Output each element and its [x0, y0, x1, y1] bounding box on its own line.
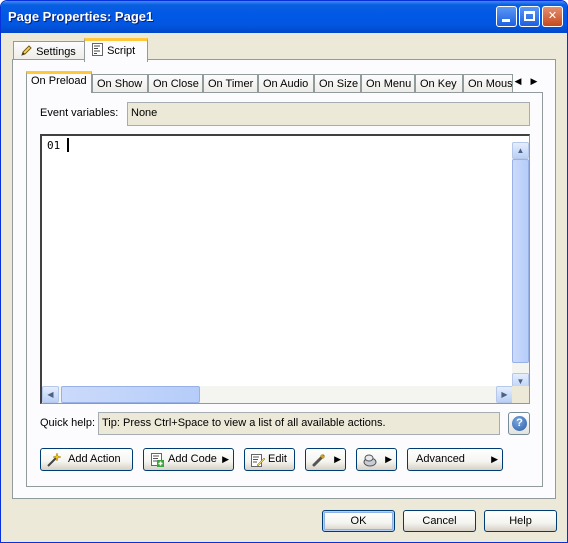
dropdown-arrow-icon: ▶ — [222, 454, 229, 464]
add-code-button[interactable]: Add Code ▶ — [143, 448, 234, 471]
scroll-left-button[interactable]: ◀ — [42, 386, 59, 403]
script-tools-dropdown-button[interactable]: ▶ — [305, 448, 346, 471]
chevron-up-icon: ▲ — [516, 146, 525, 155]
tab-on-show[interactable]: On Show — [92, 74, 148, 93]
question-icon: ? — [512, 416, 527, 431]
tab-label: On Menu — [366, 78, 412, 90]
code-tools-dropdown-button[interactable]: ▶ — [356, 448, 397, 471]
tab-on-size[interactable]: On Size — [314, 74, 361, 93]
text-caret — [67, 138, 69, 152]
chevron-right-icon: ▶ — [501, 390, 508, 399]
chevron-right-icon: ▶ — [530, 76, 538, 86]
add-action-label: Add Action — [68, 453, 121, 465]
minimize-button[interactable] — [496, 6, 517, 27]
tab-scroll-left-button[interactable]: ◀ — [510, 73, 526, 89]
scrollbar-corner — [512, 386, 529, 403]
dropdown-arrow-icon: ▶ — [334, 454, 341, 464]
quick-help-text: Tip: Press Ctrl+Space to view a list of … — [102, 417, 386, 429]
vertical-scroll-thumb[interactable] — [512, 159, 529, 363]
tab-label: On Mous — [468, 78, 513, 90]
add-action-button[interactable]: Add Action — [40, 448, 133, 471]
add-code-icon — [149, 452, 165, 468]
tab-script[interactable]: Script — [84, 38, 148, 62]
tab-on-close[interactable]: On Close — [148, 74, 203, 93]
help-label: Help — [509, 515, 532, 527]
event-variables-field: None — [127, 102, 530, 126]
event-variables-label: Event variables: — [40, 107, 119, 119]
script-icon — [91, 43, 107, 57]
dropdown-arrow-icon: ▶ — [385, 454, 392, 464]
tab-on-timer[interactable]: On Timer — [203, 74, 258, 93]
close-icon: ✕ — [547, 10, 558, 22]
vertical-scrollbar[interactable]: ▲ ▼ — [512, 142, 529, 390]
script-editor[interactable]: 01 ▲ ▼ ◀ ▶ — [40, 134, 530, 404]
magic-wand-icon — [46, 452, 62, 468]
scroll-right-button[interactable]: ▶ — [496, 386, 513, 403]
tab-on-menu[interactable]: On Menu — [361, 74, 415, 93]
tab-on-audio[interactable]: On Audio — [258, 74, 314, 93]
chevron-left-icon: ◀ — [47, 390, 54, 399]
advanced-label: Advanced — [416, 453, 465, 465]
tab-label: On Audio — [263, 78, 309, 90]
tab-label: On Preload — [31, 75, 87, 87]
tab-on-mouse[interactable]: On Mous — [463, 74, 513, 93]
cancel-label: Cancel — [422, 515, 457, 527]
dropdown-arrow-icon: ▶ — [491, 454, 498, 464]
tab-script-label: Script — [107, 45, 136, 57]
edit-label: Edit — [268, 453, 287, 465]
chevron-down-icon: ▼ — [516, 377, 525, 386]
edit-icon — [250, 452, 266, 468]
tools-icon — [362, 452, 378, 468]
advanced-dropdown-button[interactable]: Advanced ▶ — [407, 448, 503, 471]
horizontal-scroll-thumb[interactable] — [61, 386, 200, 403]
line-number: 01 — [47, 139, 61, 152]
wand-tool-icon — [311, 452, 327, 468]
ok-button[interactable]: OK — [322, 510, 395, 532]
maximize-button[interactable] — [519, 6, 540, 27]
help-button[interactable]: Help — [484, 510, 557, 532]
tab-label: On Close — [153, 78, 199, 90]
event-tab-strip: On Preload On Show On Close On Timer On … — [26, 71, 544, 93]
window-title: Page Properties: Page1 — [8, 9, 154, 24]
chevron-left-icon: ◀ — [514, 76, 522, 86]
scroll-up-button[interactable]: ▲ — [512, 142, 529, 159]
tab-label: On Show — [97, 78, 143, 90]
quick-help-label: Quick help: — [40, 417, 96, 429]
tab-settings[interactable]: Settings — [13, 41, 85, 61]
title-bar[interactable]: Page Properties: Page1 ✕ — [1, 1, 567, 33]
event-variables-value: None — [131, 107, 158, 119]
tab-on-key[interactable]: On Key — [415, 74, 463, 93]
ok-label: OK — [350, 515, 367, 527]
tab-label: On Size — [319, 78, 359, 90]
tab-label: On Timer — [208, 78, 254, 90]
tab-scroll-right-button[interactable]: ▶ — [526, 73, 542, 89]
quick-help-button[interactable]: ? — [508, 412, 530, 435]
pencil-icon — [20, 45, 36, 58]
page-properties-dialog: Page Properties: Page1 ✕ Settings Script… — [0, 0, 568, 543]
cancel-button[interactable]: Cancel — [403, 510, 476, 532]
close-button[interactable]: ✕ — [542, 6, 563, 27]
tab-on-preload[interactable]: On Preload — [26, 71, 92, 93]
edit-button[interactable]: Edit — [244, 448, 295, 471]
tab-settings-label: Settings — [36, 46, 76, 58]
horizontal-scrollbar[interactable]: ◀ ▶ — [42, 386, 513, 403]
quick-help-field: Tip: Press Ctrl+Space to view a list of … — [98, 412, 500, 435]
tab-label: On Key — [420, 78, 457, 90]
add-code-label: Add Code — [168, 453, 217, 465]
